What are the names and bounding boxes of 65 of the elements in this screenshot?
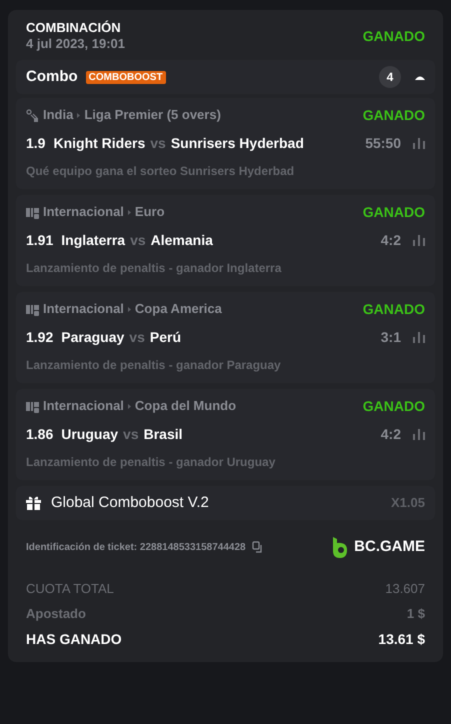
summary-label: Apostado	[26, 605, 86, 624]
stats-icon[interactable]	[413, 234, 425, 246]
stats-icon[interactable]	[413, 332, 425, 342]
market-selection: Lanzamiento de penaltis - ganador Uruguay	[26, 454, 276, 471]
odds-value: 1.9	[26, 134, 46, 152]
market-selection: Qué equipo gana el sorteo Sunrisers Hyderbad	[26, 163, 296, 180]
away-team: Sunrisers Hyderbad	[170, 134, 304, 153]
collapse-caret-icon[interactable]	[415, 74, 425, 80]
versus-label: vs	[130, 230, 146, 250]
away-team: Alemania	[150, 230, 213, 250]
match-score: 4:2	[380, 424, 401, 444]
away-team: Perú	[150, 328, 181, 346]
league-label: Liga Premier (5 overs)	[84, 106, 221, 124]
home-team: Inglaterra	[61, 230, 126, 250]
match-score: 55:50	[365, 134, 401, 152]
country-label: India	[43, 106, 74, 124]
bet-status: GANADO	[362, 26, 425, 46]
country-label: Internacional	[43, 203, 124, 222]
odds-value: 1.86	[26, 424, 54, 444]
separator-icon	[128, 210, 131, 214]
odds-value: 1.91	[26, 230, 54, 250]
copy-icon[interactable]	[252, 541, 264, 554]
summary-label: HAS GANADO	[26, 630, 122, 648]
league-label: Euro	[134, 203, 165, 222]
league-label: Copa America	[134, 300, 222, 318]
country-label: Internacional	[43, 300, 124, 318]
versus-label: vs	[123, 424, 139, 444]
stats-icon[interactable]	[413, 138, 425, 148]
summary-label: CUOTA TOTAL	[26, 580, 114, 598]
match-status: GANADO	[362, 202, 425, 222]
match-status: GANADO	[362, 396, 425, 416]
brand-logo-icon	[332, 536, 348, 558]
cricket-bat-icon	[26, 108, 39, 122]
market-selection: Lanzamiento de penaltis - ganador Paraguay	[26, 357, 282, 374]
combo-label: Combo	[26, 66, 78, 87]
match-score: 3:1	[380, 328, 401, 346]
away-team: Brasil	[144, 424, 183, 444]
versus-label: vs	[150, 134, 166, 152]
summary-value: 1 $	[406, 605, 425, 624]
home-team: Uruguay	[61, 424, 118, 444]
country-label: Internacional	[43, 397, 124, 416]
ticket-id: Identificación de ticket: 2288148533158744428	[26, 540, 246, 555]
brand-name: BC.GAME	[354, 537, 425, 557]
match-status: GANADO	[362, 106, 425, 124]
count-badge: 4	[379, 66, 401, 88]
home-team: Paraguay	[61, 328, 124, 347]
odds-value: 1.92	[26, 328, 54, 346]
stats-icon[interactable]	[413, 428, 425, 440]
match-status: GANADO	[362, 300, 425, 318]
home-team: Knight Riders	[53, 134, 146, 153]
bet-date: 4 jul 2023, 19:01	[26, 36, 126, 52]
boost-name: Global Comboboost V.2	[51, 492, 210, 513]
versus-label: vs	[129, 328, 145, 346]
match-score: 4:2	[380, 230, 401, 250]
separator-icon	[77, 112, 80, 118]
separator-icon	[128, 404, 131, 408]
market-selection: Lanzamiento de penaltis - ganador Inglaterra	[26, 260, 282, 277]
summary-value: 13.61 $	[378, 630, 425, 648]
bet-type-title: COMBINACIÓN	[26, 20, 122, 36]
comboboost-badge: COMBOBOOST	[86, 70, 166, 84]
gift-icon	[26, 496, 41, 510]
separator-icon	[128, 306, 131, 312]
boost-multiplier: X1.05	[391, 494, 425, 512]
league-label: Copa del Mundo	[134, 397, 236, 416]
summary-value: 13.607	[385, 580, 425, 598]
